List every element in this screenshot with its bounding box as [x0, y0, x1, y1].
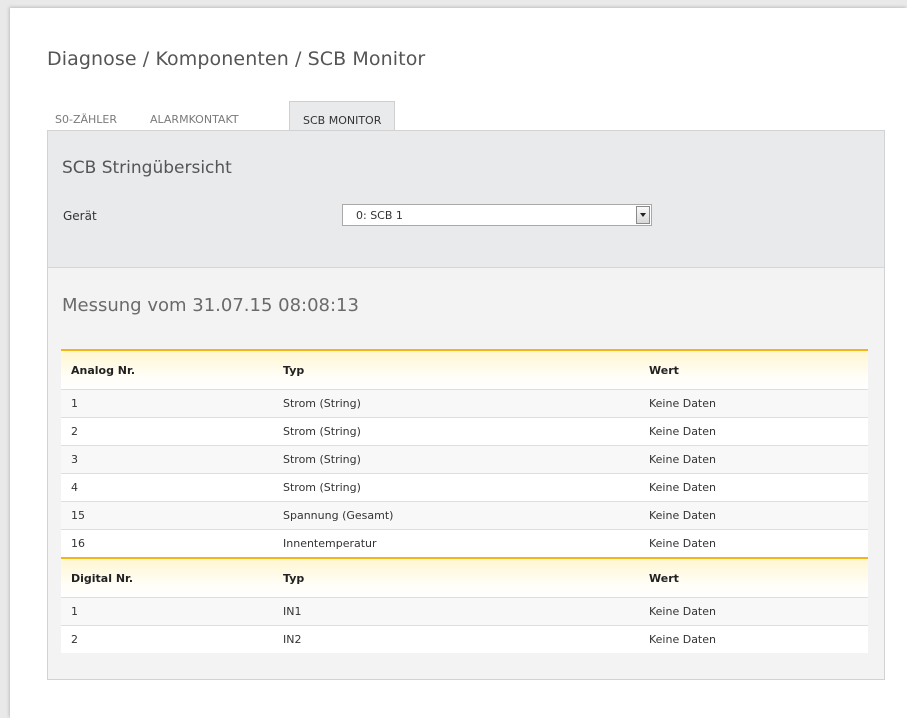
cell-wert: Keine Daten — [639, 597, 868, 626]
cell-nr: 15 — [61, 501, 273, 530]
cell-nr: 1 — [61, 389, 273, 418]
geraet-select-value: 0: SCB 1 — [356, 209, 403, 222]
measurement-title: Messung vom 31.07.15 08:08:13 — [62, 295, 359, 316]
chevron-down-icon[interactable] — [636, 206, 650, 224]
analog-header-row: Analog Nr. Typ Wert — [61, 349, 868, 390]
scb-panel: SCB Stringübersicht Gerät 0: SCB 1 Messu… — [47, 130, 885, 680]
cell-typ: Spannung (Gesamt) — [273, 501, 639, 530]
table-row: 16 Innentemperatur Keine Daten — [61, 529, 868, 558]
cell-typ: Strom (String) — [273, 417, 639, 446]
cell-typ: IN2 — [273, 625, 639, 653]
page: Diagnose / Komponenten / SCB Monitor S0-… — [10, 8, 907, 718]
cell-wert: Keine Daten — [639, 473, 868, 502]
cell-typ: Innentemperatur — [273, 529, 639, 558]
string-table: Analog Nr. Typ Wert 1 Strom (String) Kei… — [61, 349, 868, 653]
cell-nr: 2 — [61, 417, 273, 446]
table-row: 1 Strom (String) Keine Daten — [61, 389, 868, 418]
panel-header: SCB Stringübersicht Gerät 0: SCB 1 — [48, 131, 884, 268]
cell-wert: Keine Daten — [639, 501, 868, 530]
analog-header-typ: Typ — [273, 349, 639, 390]
breadcrumb: Diagnose / Komponenten / SCB Monitor — [47, 48, 426, 70]
table-row: 2 Strom (String) Keine Daten — [61, 417, 868, 446]
cell-typ: Strom (String) — [273, 445, 639, 474]
cell-typ: Strom (String) — [273, 473, 639, 502]
geraet-select[interactable]: 0: SCB 1 — [342, 204, 652, 226]
cell-typ: IN1 — [273, 597, 639, 626]
table-row: 1 IN1 Keine Daten — [61, 597, 868, 626]
digital-header-nr: Digital Nr. — [61, 557, 273, 598]
cell-wert: Keine Daten — [639, 417, 868, 446]
table-row: 4 Strom (String) Keine Daten — [61, 473, 868, 502]
digital-header-wert: Wert — [639, 557, 868, 598]
table-row: 2 IN2 Keine Daten — [61, 625, 868, 653]
cell-wert: Keine Daten — [639, 445, 868, 474]
cell-nr: 4 — [61, 473, 273, 502]
cell-typ: Strom (String) — [273, 389, 639, 418]
digital-header-typ: Typ — [273, 557, 639, 598]
analog-header-nr: Analog Nr. — [61, 349, 273, 390]
analog-header-wert: Wert — [639, 349, 868, 390]
cell-nr: 2 — [61, 625, 273, 653]
geraet-label: Gerät — [63, 209, 97, 223]
section-title: SCB Stringübersicht — [62, 158, 232, 178]
cell-wert: Keine Daten — [639, 389, 868, 418]
cell-nr: 3 — [61, 445, 273, 474]
table-row: 3 Strom (String) Keine Daten — [61, 445, 868, 474]
cell-nr: 16 — [61, 529, 273, 558]
cell-nr: 1 — [61, 597, 273, 626]
cell-wert: Keine Daten — [639, 529, 868, 558]
digital-header-row: Digital Nr. Typ Wert — [61, 557, 868, 598]
cell-wert: Keine Daten — [639, 625, 868, 653]
table-row: 15 Spannung (Gesamt) Keine Daten — [61, 501, 868, 530]
